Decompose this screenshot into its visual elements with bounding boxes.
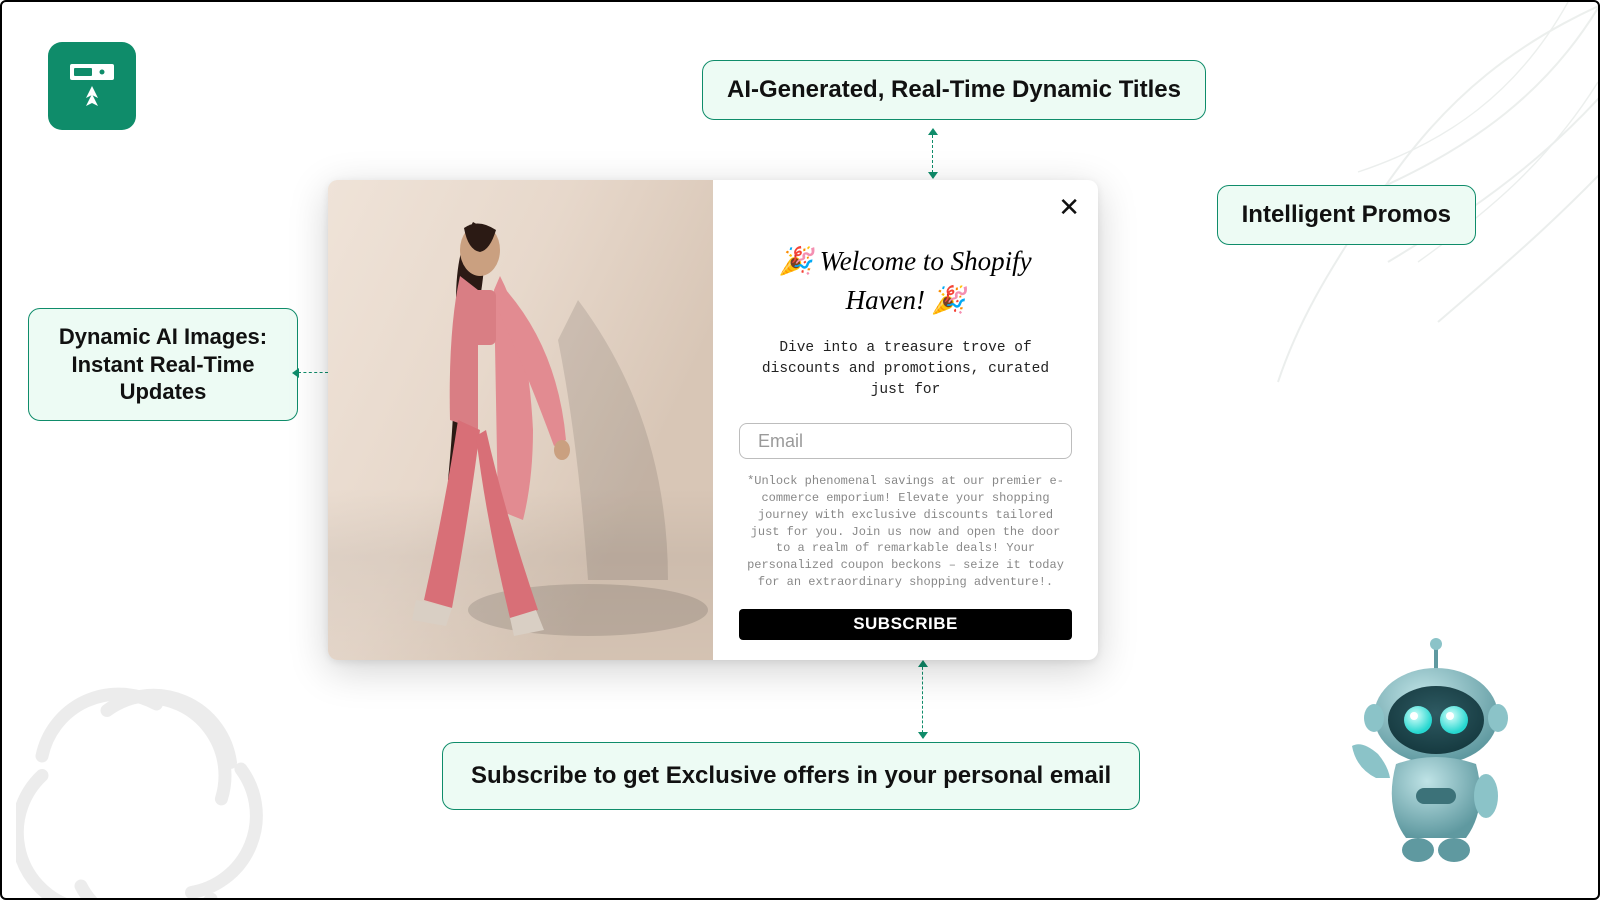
arrow-left xyxy=(292,368,299,378)
leader-bottom xyxy=(922,662,923,738)
leader-left xyxy=(298,372,328,373)
popup-image-panel xyxy=(328,180,713,660)
arrow-top-down xyxy=(928,172,938,179)
close-button[interactable]: ✕ xyxy=(1058,194,1080,220)
email-field[interactable] xyxy=(739,423,1072,459)
subscribe-button[interactable]: SUBSCRIBE xyxy=(739,609,1072,640)
popup-subhead: Dive into a treasure trove of discounts … xyxy=(739,338,1072,401)
robot-mascot xyxy=(1338,638,1528,868)
popup-content: ✕ 🎉 Welcome to Shopify Haven! 🎉 Dive int… xyxy=(713,180,1098,660)
app-logo xyxy=(48,42,136,130)
marketing-canvas: AI-Generated, Real-Time Dynamic Titles I… xyxy=(0,0,1600,900)
swirl-decoration xyxy=(16,678,276,900)
leader-top xyxy=(932,130,933,178)
popup-headline: 🎉 Welcome to Shopify Haven! 🎉 xyxy=(739,242,1072,320)
callout-intelligent-promos: Intelligent Promos xyxy=(1217,185,1476,245)
app-logo-icon xyxy=(64,58,120,114)
callout-dynamic-titles: AI-Generated, Real-Time Dynamic Titles xyxy=(702,60,1206,120)
arrow-bottom-down xyxy=(918,732,928,739)
subscribe-popup: ✕ 🎉 Welcome to Shopify Haven! 🎉 Dive int… xyxy=(328,180,1098,660)
callout-dynamic-images: Dynamic AI Images: Instant Real-Time Upd… xyxy=(28,308,298,421)
arrow-bottom-up xyxy=(918,660,928,667)
popup-fineprint: *Unlock phenomenal savings at our premie… xyxy=(739,473,1072,591)
callout-subscribe-cta: Subscribe to get Exclusive offers in you… xyxy=(442,742,1140,810)
model-illustration xyxy=(328,180,713,660)
arrow-top-up xyxy=(928,128,938,135)
